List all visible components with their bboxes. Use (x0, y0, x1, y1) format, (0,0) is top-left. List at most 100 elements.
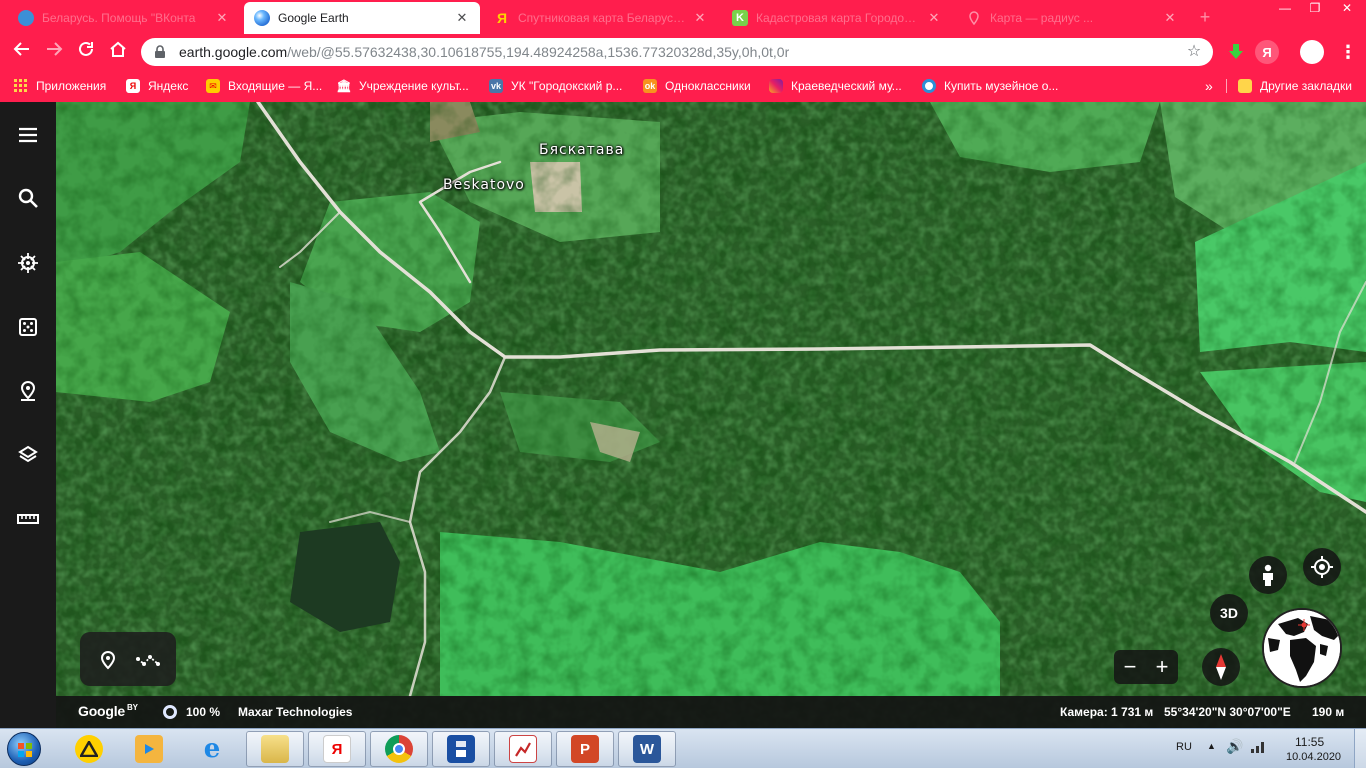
volume-icon[interactable]: 🔊 (1226, 738, 1243, 755)
ok-icon: ok (643, 79, 657, 93)
tab-vk-help[interactable]: Беларусь. Помощь "ВКонта ✕ (8, 2, 240, 34)
taskbar-app-media[interactable] (120, 731, 178, 767)
close-icon[interactable]: ✕ (926, 10, 942, 26)
taskbar-app-save[interactable] (432, 731, 490, 767)
globe-icon (922, 79, 936, 93)
triangle-logo-icon (75, 735, 103, 763)
taskbar-app-chrome[interactable] (370, 731, 428, 767)
bookmark-star-icon[interactable]: ☆ (1185, 43, 1203, 61)
taskbar-app-chart[interactable] (494, 731, 552, 767)
taskbar-app-explorer[interactable] (246, 731, 304, 767)
zoom-out-button[interactable]: − (1116, 653, 1144, 681)
chrome-icon (385, 735, 413, 763)
bookmark-buy-museum[interactable]: Купить музейное о... (922, 76, 1058, 96)
google-logo: Google BY (78, 703, 138, 719)
imagery-attribution[interactable]: Maxar Technologies (238, 705, 352, 719)
instagram-icon (769, 79, 783, 93)
close-icon[interactable]: ✕ (214, 10, 230, 26)
menu-hamburger-icon[interactable] (12, 119, 44, 151)
taskbar-app-yandex[interactable]: Я (308, 731, 366, 767)
imagery-load-percent: 100 % (186, 705, 221, 719)
arrow-right-icon (47, 42, 63, 56)
zoom-in-button[interactable]: + (1148, 653, 1176, 681)
bookmark-label: Учреждение культ... (359, 79, 469, 93)
address-bar[interactable]: earth.google.com/web/@55.57632438,30.106… (141, 38, 1213, 66)
vk-icon: vk (489, 79, 503, 93)
bookmark-yandex[interactable]: Я Яндекс (126, 76, 188, 96)
language-indicator[interactable]: RU (1176, 741, 1192, 753)
forward-button[interactable] (40, 38, 68, 66)
map-style-layers-icon[interactable] (12, 439, 44, 471)
bookmark-culture[interactable]: 🏛 Учреждение культ... (336, 76, 469, 96)
close-window-button[interactable]: ✕ (1332, 0, 1362, 18)
back-button[interactable] (8, 38, 36, 66)
bookmark-label: Яндекс (148, 79, 189, 93)
overview-globe[interactable] (1262, 608, 1342, 688)
draw-path-icon[interactable] (135, 647, 161, 673)
k-green-icon: K (732, 10, 748, 26)
arrow-left-icon (13, 42, 29, 56)
home-button[interactable] (104, 38, 132, 66)
earth-viewport[interactable]: Бяскатава Beskatovo 3D − + Google BY 100… (0, 102, 1366, 728)
feeling-lucky-dice-icon[interactable] (12, 311, 44, 343)
profile-avatar[interactable] (1300, 40, 1324, 64)
search-icon[interactable] (12, 182, 44, 214)
taskbar-app-word[interactable]: W (618, 731, 676, 767)
close-icon[interactable]: ✕ (454, 10, 470, 26)
start-button[interactable] (4, 730, 44, 768)
new-tab-button[interactable]: + (1195, 8, 1215, 28)
bookmarks-bar: Приложения Я Яндекс ✉ Входящие — Я... 🏛 … (0, 70, 1366, 102)
folder-icon (1238, 79, 1252, 93)
restore-button[interactable]: ❐ (1300, 0, 1330, 18)
street-view-pegman-icon[interactable] (1249, 556, 1287, 594)
my-location-icon[interactable] (1303, 548, 1341, 586)
other-bookmarks[interactable]: Другие закладки (1238, 76, 1352, 96)
earth-status-bar: Google BY 100 % Maxar Technologies Камера… (56, 696, 1366, 728)
tab-cadastre-map[interactable]: K Кадастровая карта Городокс... ✕ (722, 2, 952, 34)
bookmark-museum-instagram[interactable]: Краеведческий му... (769, 76, 902, 96)
taskbar-app-ie[interactable]: e (183, 731, 241, 767)
download-arrow-icon[interactable] (1224, 40, 1248, 64)
add-placemark-icon[interactable] (95, 647, 121, 673)
bookmark-vk-gorodok[interactable]: vk УК "Городокский р... (489, 76, 622, 96)
floppy-disk-icon (447, 735, 475, 763)
taskbar-app-avast[interactable] (60, 731, 118, 767)
apps-grid-icon (14, 79, 28, 93)
taskbar-app-powerpoint[interactable]: P (556, 731, 614, 767)
close-icon[interactable]: ✕ (692, 10, 708, 26)
tab-radius-map[interactable]: Карта — радиус ... ✕ (956, 2, 1188, 34)
show-desktop-button[interactable] (1354, 729, 1366, 768)
clock-date[interactable]: 10.04.2020 (1286, 751, 1341, 763)
toggle-3d-button[interactable]: 3D (1210, 594, 1248, 632)
voyager-helm-icon[interactable] (12, 247, 44, 279)
earth-sidebar (0, 102, 56, 728)
mail-icon: ✉ (206, 79, 220, 93)
yandex-extension-icon[interactable]: Я (1255, 40, 1279, 64)
projects-pin-icon[interactable] (12, 375, 44, 407)
menu-kebab-icon[interactable]: ⋮ (1336, 40, 1360, 64)
measure-ruler-icon[interactable] (12, 503, 44, 535)
minimize-button[interactable]: — (1270, 0, 1300, 18)
compass-icon[interactable] (1202, 648, 1240, 686)
windows-logo-icon (7, 732, 41, 766)
clock-time[interactable]: 11:55 (1295, 735, 1324, 749)
google-earth-icon (254, 10, 270, 26)
folder-icon (261, 735, 289, 763)
bookmark-inbox[interactable]: ✉ Входящие — Я... (206, 76, 322, 96)
network-icon[interactable] (1250, 740, 1266, 757)
map-pin-icon (966, 10, 982, 26)
yandex-icon: Я (496, 10, 508, 26)
bookmarks-more-button[interactable]: » (1205, 76, 1213, 96)
bookmark-odnoklassniki[interactable]: ok Одноклассники (643, 76, 751, 96)
tab-title: Кадастровая карта Городокс... (756, 11, 920, 25)
zoom-controls: − + (1114, 650, 1178, 684)
reload-button[interactable] (72, 38, 100, 66)
tab-title: Спутниковая карта Беларуси он... (518, 11, 686, 25)
tab-google-earth[interactable]: Google Earth ✕ (244, 2, 480, 34)
close-icon[interactable]: ✕ (1162, 10, 1178, 26)
bookmark-apps[interactable]: Приложения (14, 76, 106, 96)
internet-explorer-icon: e (203, 734, 221, 764)
url-text: earth.google.com/web/@55.57632438,30.106… (179, 44, 790, 60)
tab-yandex-map[interactable]: Я Спутниковая карта Беларуси он... ✕ (484, 2, 718, 34)
tray-expand-icon[interactable]: ▲ (1207, 741, 1216, 751)
